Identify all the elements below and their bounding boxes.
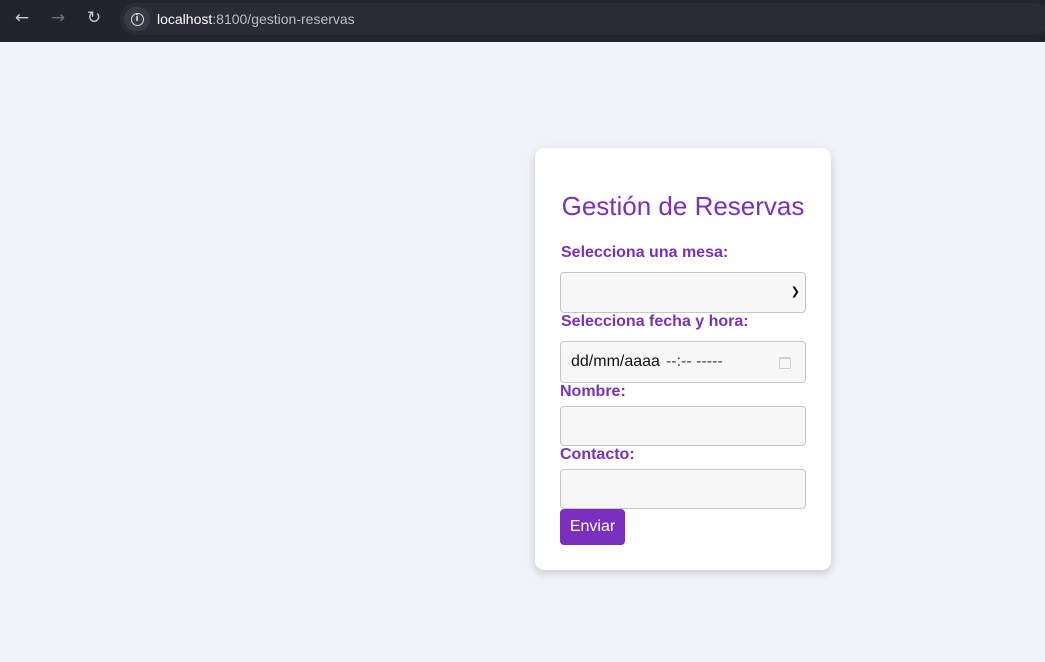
date-placeholder: dd/mm/aaaa bbox=[571, 353, 660, 370]
table-select[interactable]: ❯ bbox=[560, 272, 806, 313]
time-placeholder: --:-- ----- bbox=[665, 353, 723, 370]
forward-arrow-icon[interactable]: → bbox=[45, 8, 71, 28]
submit-button[interactable]: Enviar bbox=[560, 509, 625, 545]
contact-label: Contacto: bbox=[560, 446, 635, 463]
url-path: :8100/gestion-reservas bbox=[212, 11, 355, 27]
page-viewport: Gestión de Reservas Selecciona una mesa:… bbox=[0, 42, 1045, 662]
table-select-label: Selecciona una mesa: bbox=[561, 244, 729, 261]
name-input[interactable] bbox=[560, 406, 806, 446]
site-info-button[interactable]: i bbox=[124, 7, 150, 31]
chevron-down-icon: ❯ bbox=[790, 285, 800, 298]
info-icon: i bbox=[130, 12, 144, 26]
browser-toolbar: ← → ↻ i localhost:8100/gestion-reservas bbox=[0, 0, 1045, 43]
address-bar[interactable]: i localhost:8100/gestion-reservas bbox=[120, 3, 1045, 35]
name-label: Nombre: bbox=[560, 383, 626, 400]
reservation-form-card: Gestión de Reservas Selecciona una mesa:… bbox=[535, 148, 831, 570]
datetime-label: Selecciona fecha y hora: bbox=[561, 313, 749, 330]
page-title: Gestión de Reservas bbox=[561, 191, 805, 221]
reload-icon[interactable]: ↻ bbox=[81, 8, 107, 28]
contact-input[interactable] bbox=[560, 469, 806, 509]
calendar-icon[interactable] bbox=[779, 357, 791, 369]
back-arrow-icon[interactable]: ← bbox=[9, 8, 35, 28]
datetime-input[interactable]: dd/mm/aaaa --:-- ----- bbox=[560, 341, 806, 383]
datetime-placeholder: dd/mm/aaaa --:-- ----- bbox=[571, 353, 723, 371]
url-text[interactable]: localhost:8100/gestion-reservas bbox=[157, 11, 355, 27]
url-host: localhost bbox=[157, 11, 213, 27]
